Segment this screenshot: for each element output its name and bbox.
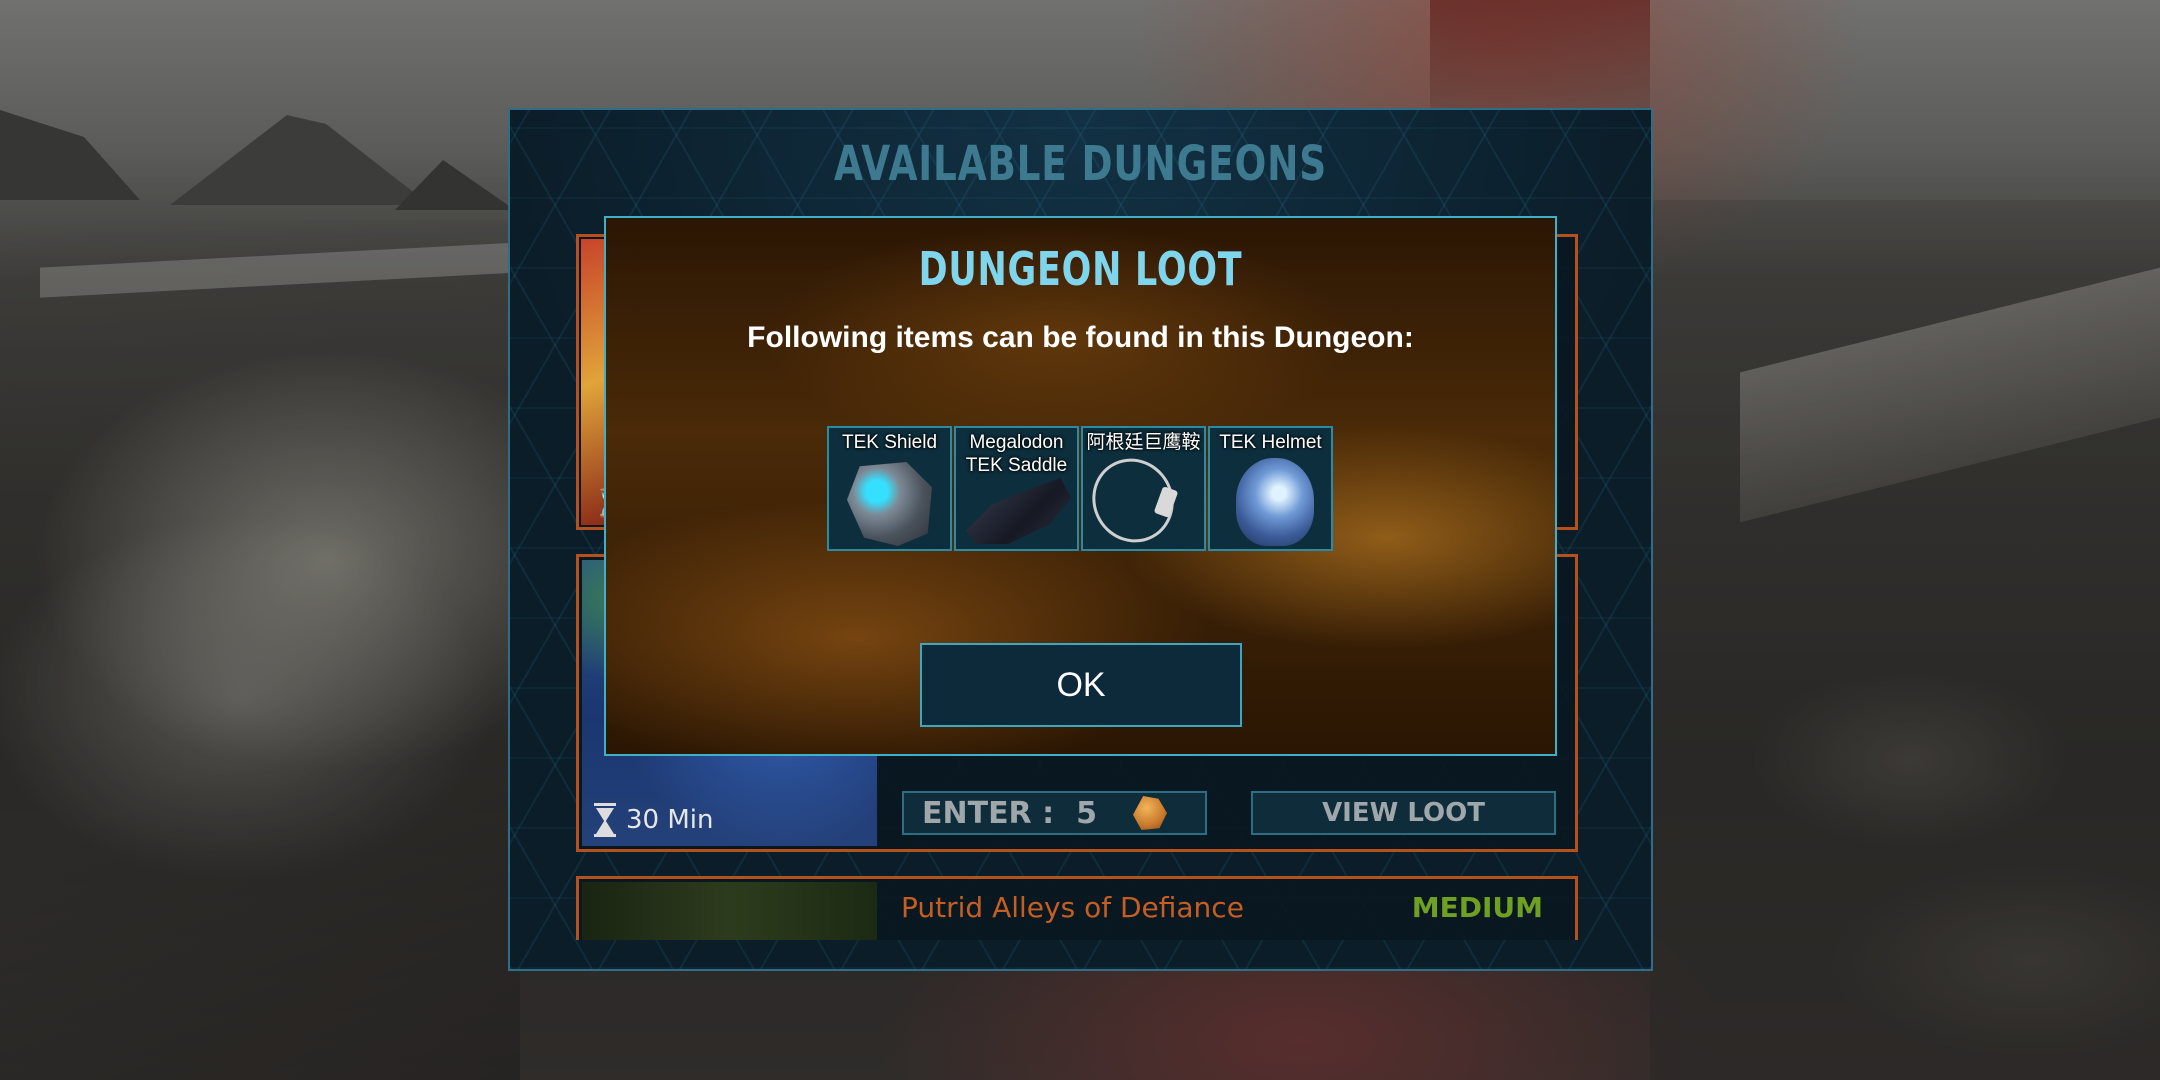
ok-button[interactable]: OK	[920, 643, 1242, 727]
enter-dungeon-button[interactable]: ENTER : 5	[902, 791, 1207, 835]
tek-shield-icon	[847, 462, 932, 546]
hourglass-icon	[594, 803, 616, 837]
dungeon-timer: 30 Min	[594, 800, 713, 840]
dungeon-card[interactable]: Putrid Alleys of Defiance MEDIUM	[576, 876, 1578, 940]
loot-item-name: Megalodon TEK Saddle	[965, 432, 1068, 476]
tek-helmet-icon	[1236, 458, 1314, 546]
enter-label: ENTER :	[922, 795, 1055, 831]
difficulty-badge: MEDIUM	[1411, 891, 1543, 924]
dungeon-loot-modal: DUNGEON LOOT Following items can be foun…	[604, 216, 1557, 756]
panel-title: AVAILABLE DUNGEONS	[834, 136, 1327, 192]
enter-cost: 5	[1076, 795, 1097, 831]
loot-item-list: TEK Shield Megalodon TEK Saddle 阿根廷巨鹰鞍 T…	[827, 426, 1333, 551]
dungeon-thumbnail	[582, 882, 877, 940]
amber-gem-icon	[1132, 796, 1167, 830]
loot-item[interactable]: TEK Helmet	[1208, 426, 1333, 551]
modal-title: DUNGEON LOOT	[918, 242, 1243, 296]
view-loot-button[interactable]: VIEW LOOT	[1251, 791, 1556, 835]
loot-item[interactable]: 阿根廷巨鹰鞍	[1081, 426, 1206, 551]
loot-item-name: 阿根廷巨鹰鞍	[1086, 432, 1201, 453]
loot-item-name: TEK Helmet	[1219, 432, 1322, 453]
timer-text: 30 Min	[626, 805, 714, 835]
loot-item[interactable]: Megalodon TEK Saddle	[954, 426, 1079, 551]
loot-item[interactable]: TEK Shield	[827, 426, 952, 551]
megalodon-saddle-icon	[966, 478, 1071, 544]
dungeon-name: Putrid Alleys of Defiance	[901, 891, 1244, 924]
modal-subtitle: Following items can be found in this Dun…	[747, 321, 1414, 354]
loot-item-name: TEK Shield	[841, 432, 938, 453]
